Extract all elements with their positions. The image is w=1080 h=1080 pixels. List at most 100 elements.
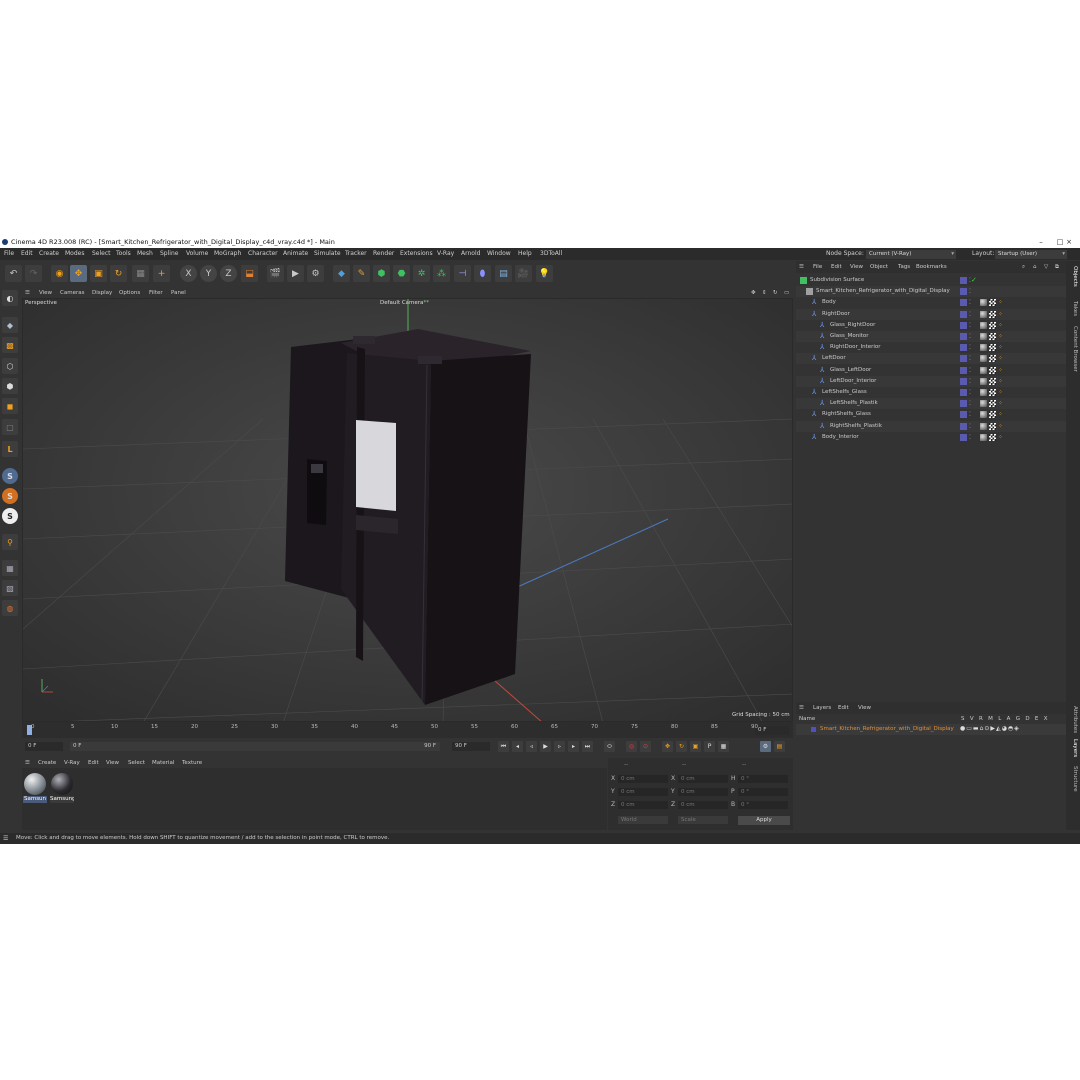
layer-color-icon[interactable] xyxy=(960,389,967,396)
rotation-p-field[interactable]: 0 ° xyxy=(738,788,788,796)
mograph-cloner-icon[interactable]: ✲ xyxy=(413,265,430,282)
object-menu-view[interactable]: View xyxy=(850,261,863,273)
material-tag-icon[interactable] xyxy=(980,433,987,441)
visibility-toggle-icon[interactable]: ⁚ xyxy=(969,299,976,306)
model-mode-icon[interactable]: ◆ xyxy=(2,317,18,333)
uvw-tag-icon[interactable] xyxy=(989,422,996,430)
menu-tools[interactable]: Tools xyxy=(116,248,131,260)
phong-tag-icon[interactable]: ⁘ xyxy=(998,322,1005,329)
key-position-icon[interactable]: ✥ xyxy=(662,741,673,752)
uvw-tag-icon[interactable] xyxy=(989,377,996,385)
visibility-toggle-icon[interactable]: ⁚ xyxy=(969,378,976,385)
visibility-toggle-icon[interactable]: ⁚ xyxy=(969,434,976,441)
object-name[interactable]: RightShelfs_Glass xyxy=(822,409,871,420)
menu-modes[interactable]: Modes xyxy=(65,248,84,260)
home-icon[interactable]: ⌂ xyxy=(1033,261,1037,273)
layer-color-swatch[interactable] xyxy=(811,727,816,732)
soft-selection-icon[interactable]: ⚲ xyxy=(2,534,18,550)
viewport-menu-options[interactable]: Options xyxy=(119,288,140,298)
object-name[interactable]: Subdivision Surface xyxy=(810,275,864,286)
snap-settings-icon[interactable]: S xyxy=(2,488,18,504)
light-icon[interactable]: 💡 xyxy=(536,265,553,282)
object-row[interactable]: ⅄ RightShelfs_Plastik ⁚ ⁘ xyxy=(796,420,1066,432)
rotation-h-field[interactable]: 0 ° xyxy=(738,775,788,783)
rotate-tool-icon[interactable]: ↻ xyxy=(110,265,127,282)
object-name[interactable]: RightShelfs_Plastik xyxy=(830,421,882,432)
layer-menu-view[interactable]: View xyxy=(858,702,871,714)
object-row[interactable]: ⅄ Glass_RightDoor ⁚ ⁘ xyxy=(796,320,1066,331)
hamburger-icon[interactable]: ☰ xyxy=(799,702,804,714)
redo-icon[interactable]: ↷ xyxy=(25,265,42,282)
object-row[interactable]: ⅄ Glass_LeftDoor ⁚ ⁘ xyxy=(796,365,1066,376)
visibility-toggle-icon[interactable]: ⁚ xyxy=(969,344,976,351)
phong-tag-icon[interactable]: ⁘ xyxy=(998,378,1005,385)
mograph-fracture-icon[interactable]: ⁂ xyxy=(433,265,450,282)
object-name[interactable]: Glass_Monitor xyxy=(830,331,869,342)
visibility-toggle-icon[interactable]: ⁚ xyxy=(969,400,976,407)
key-pla-icon[interactable]: ▦ xyxy=(718,741,729,752)
menu-arnold[interactable]: Arnold xyxy=(461,248,480,260)
hamburger-icon[interactable]: ☰ xyxy=(25,288,30,298)
next-key-icon[interactable]: ▸ xyxy=(568,741,579,752)
object-name[interactable]: LeftDoor xyxy=(822,353,846,364)
object-name[interactable]: Smart_Kitchen_Refrigerator_with_Digital_… xyxy=(816,286,950,297)
phong-tag-icon[interactable]: ⁘ xyxy=(998,411,1005,418)
render-view-icon[interactable]: 🎬 xyxy=(267,265,284,282)
material-menu-edit[interactable]: Edit xyxy=(88,758,99,768)
object-row[interactable]: ⅄ RightDoor_Interior ⁚ ⁘ xyxy=(796,342,1066,353)
hamburger-icon[interactable]: ☰ xyxy=(25,758,30,768)
apply-button[interactable]: Apply xyxy=(738,816,790,825)
layer-color-icon[interactable] xyxy=(960,344,967,352)
visibility-toggle-icon[interactable]: ⁚ xyxy=(969,333,976,340)
menu-character[interactable]: Character xyxy=(248,248,278,260)
visibility-toggle-icon[interactable]: ⁚ xyxy=(969,367,976,374)
object-row[interactable]: Smart_Kitchen_Refrigerator_with_Digital_… xyxy=(796,286,1066,298)
layer-color-icon[interactable] xyxy=(960,333,967,340)
coordinate-system-icon[interactable]: ⬓ xyxy=(241,265,258,282)
menu-spline[interactable]: Spline xyxy=(160,248,178,260)
floor-environment-icon[interactable]: ▤ xyxy=(495,265,512,282)
side-tab-content-browser[interactable]: Content Browser xyxy=(1068,326,1078,372)
object-name[interactable]: Glass_RightDoor xyxy=(830,320,875,331)
layer-color-icon[interactable] xyxy=(960,288,967,296)
phong-tag-icon[interactable]: ⁘ xyxy=(998,311,1005,318)
layer-flag-icons[interactable]: ●▭▬⌂⊙▶◭◕◓◈ xyxy=(960,725,1020,732)
menu-simulate[interactable]: Simulate xyxy=(314,248,341,260)
viewport-menu-display[interactable]: Display xyxy=(92,288,112,298)
material-tag-icon[interactable] xyxy=(980,366,987,374)
y-axis-lock-icon[interactable]: Y xyxy=(200,265,217,282)
material-menu-v-ray[interactable]: V-Ray xyxy=(64,758,80,768)
object-row[interactable]: ⅄ Glass_Monitor ⁚ ⁘ xyxy=(796,331,1066,342)
material-tag-icon[interactable] xyxy=(980,355,987,363)
object-row[interactable]: ⅄ RightDoor ⁚ ⁘ xyxy=(796,308,1066,320)
object-row[interactable]: ⅄ Body_Interior ⁚ ⁘ xyxy=(796,432,1066,443)
deformer-icon[interactable]: ⊣ xyxy=(454,265,471,282)
phong-tag-icon[interactable]: ⁘ xyxy=(998,355,1005,362)
viewport-solo-icon[interactable]: ◍ xyxy=(2,600,18,616)
object-row[interactable]: ⅄ LeftShelfs_Plastik ⁚ ⁘ xyxy=(796,398,1066,410)
position-x-field[interactable]: 0 cm xyxy=(618,775,668,783)
uvw-tag-icon[interactable] xyxy=(989,400,996,408)
scale-tool-icon[interactable]: ▣ xyxy=(90,265,107,282)
menu-mesh[interactable]: Mesh xyxy=(137,248,153,260)
edges-mode-icon[interactable]: ⬢ xyxy=(2,378,18,394)
layer-color-icon[interactable] xyxy=(960,433,967,441)
uvw-tag-icon[interactable] xyxy=(989,411,996,419)
material-menu-texture[interactable]: Texture xyxy=(182,758,202,768)
keyframe-selection-icon[interactable]: ⊙ xyxy=(640,741,651,752)
uvw-tag-icon[interactable] xyxy=(989,299,996,307)
uvw-tag-icon[interactable] xyxy=(989,389,996,396)
object-name[interactable]: Body_Interior xyxy=(822,432,859,443)
menu-tracker[interactable]: Tracker xyxy=(345,248,367,260)
layer-color-icon[interactable] xyxy=(960,400,967,408)
visibility-toggle-icon[interactable]: ⁚ xyxy=(969,322,976,329)
object-name[interactable]: Glass_LeftDoor xyxy=(830,365,871,376)
uvw-tag-icon[interactable] xyxy=(989,333,996,340)
object-name[interactable]: Body xyxy=(822,297,836,308)
undo-icon[interactable]: ↶ xyxy=(5,265,22,282)
menu-file[interactable]: File xyxy=(4,248,14,260)
z-axis-lock-icon[interactable]: Z xyxy=(220,265,237,282)
timeline-ruler[interactable]: 0 F 0 5 10 15 20 25 30 35 40 45 50 55 60 65 70 75 80 85 90 xyxy=(22,722,793,738)
menu-extensions[interactable]: Extensions xyxy=(400,248,433,260)
menu-create[interactable]: Create xyxy=(39,248,59,260)
